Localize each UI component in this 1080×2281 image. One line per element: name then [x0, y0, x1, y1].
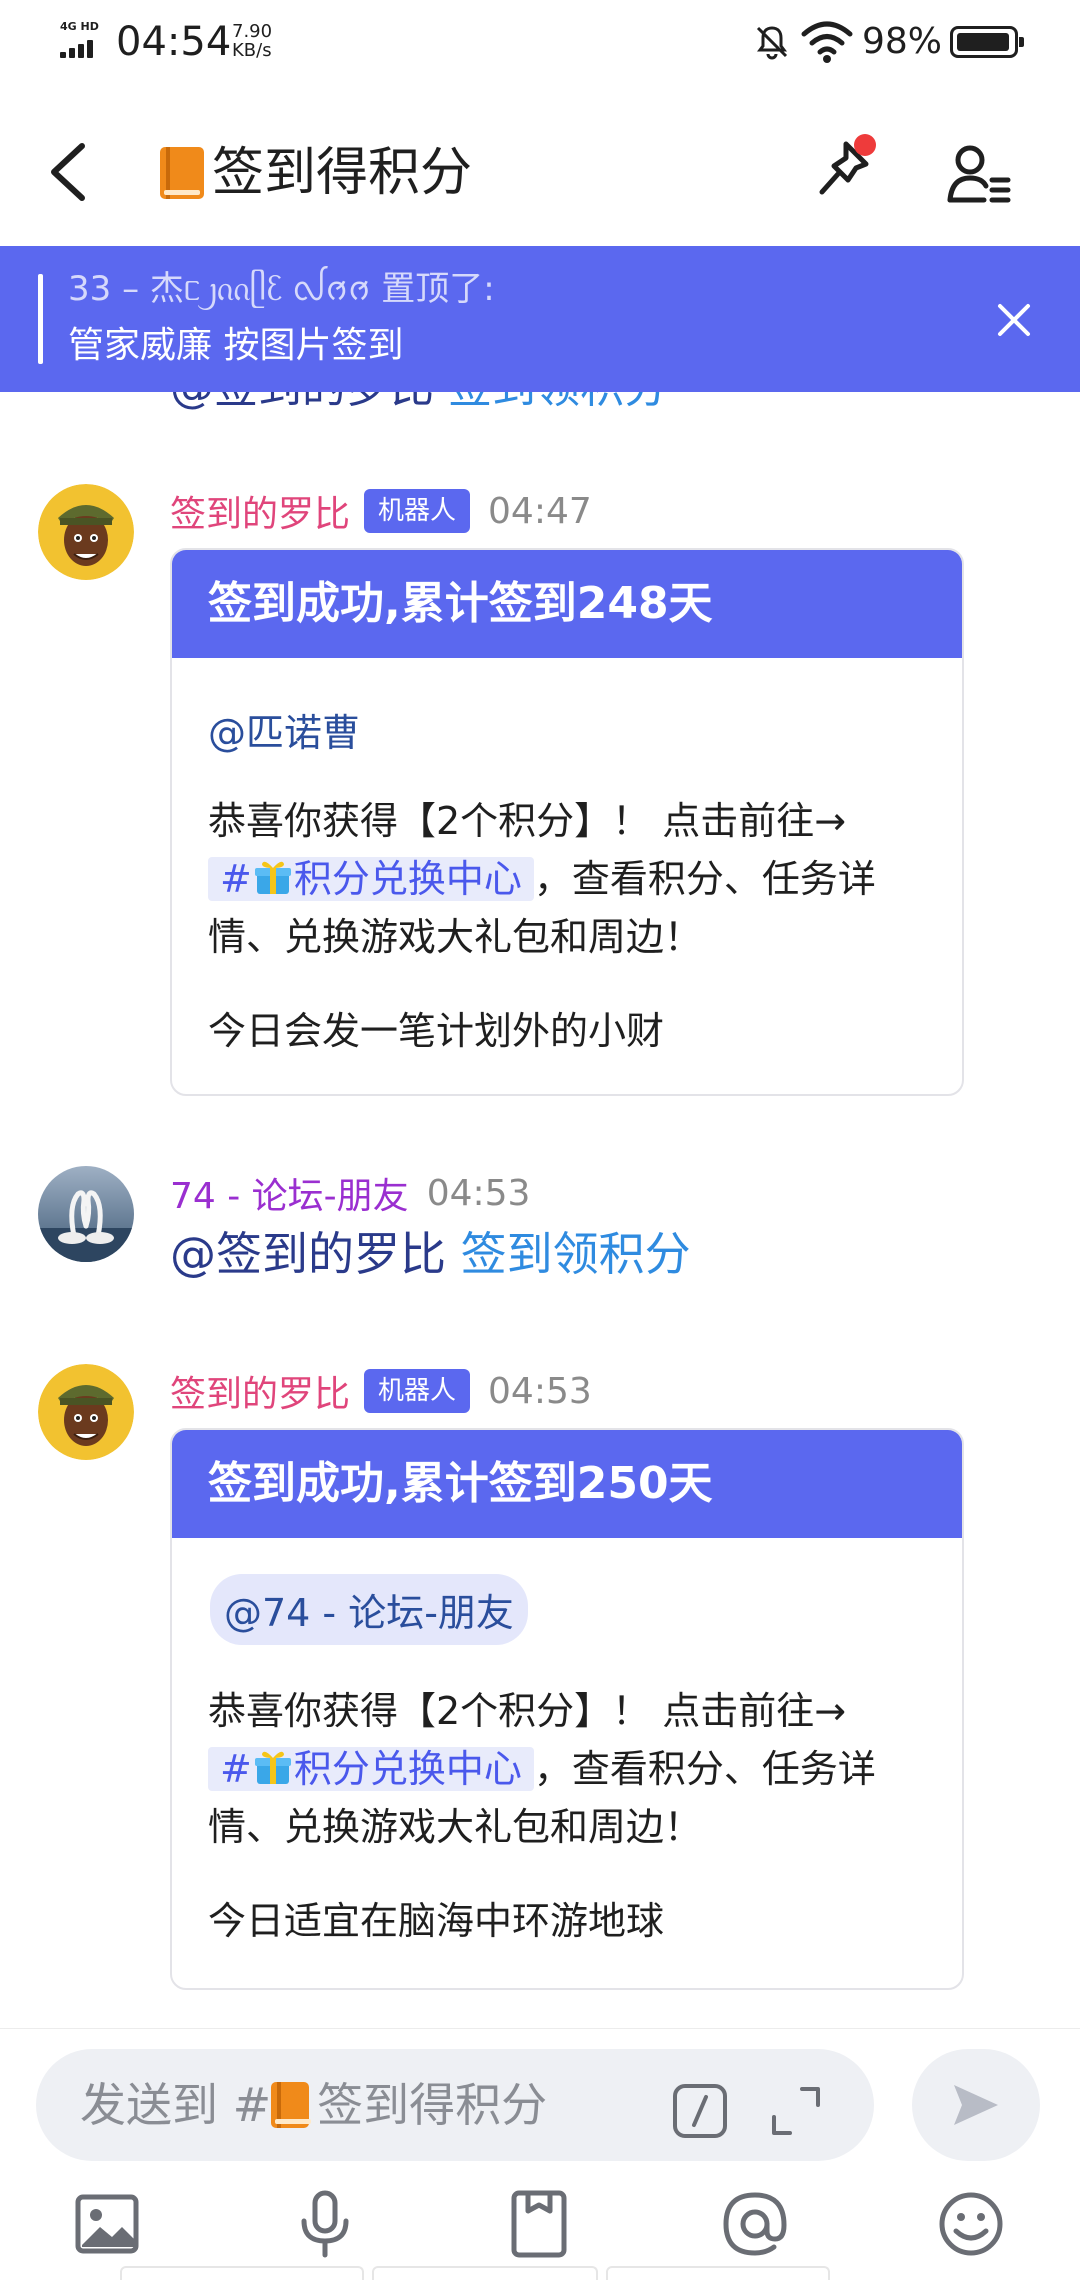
- placeholder-prefix: 发送到 #: [80, 2078, 272, 2132]
- sender-name[interactable]: 74 - 论坛-朋友: [170, 1167, 409, 1219]
- body-before: 恭喜你获得【2个积分】！ 点击前往→: [208, 799, 847, 843]
- card-body: 恭喜你获得【2个积分】！ 点击前往→ # 积分兑换中心 ，查看积分、任务详情、兑换游…: [208, 1682, 938, 1856]
- expand-icon[interactable]: [768, 2083, 824, 2139]
- banner-accent-bar: [38, 274, 43, 364]
- card-mention[interactable]: @匹诺曹: [208, 702, 360, 757]
- at-icon[interactable]: [720, 2189, 790, 2259]
- speed-unit: KB/s: [232, 40, 272, 61]
- send-icon: [954, 2085, 998, 2125]
- composer: 发送到 # 签到得积分: [0, 2028, 1080, 2281]
- channel-link-text: 积分兑换中心: [293, 857, 522, 901]
- close-icon[interactable]: [996, 302, 1032, 338]
- wifi-icon: [801, 21, 853, 63]
- card-fortune: 今日适宜在脑海中环游地球: [208, 1899, 665, 1943]
- pinned-by: 33 – 杰ᥴ᧒ᦶᥫᦷ ᩓᩆᩆ 置顶了:: [68, 269, 495, 309]
- sender-name[interactable]: 签到的罗比: [170, 1365, 350, 1417]
- card-title: 签到成功,累计签到250天: [172, 1430, 962, 1538]
- image-icon[interactable]: [72, 2189, 142, 2259]
- message-text: @签到的罗比 签到领积分: [170, 1224, 691, 1284]
- battery-icon: [950, 26, 1024, 58]
- bot-badge: 机器人: [364, 1369, 471, 1413]
- speed-value: 7.90: [232, 21, 273, 42]
- gift-icon: [254, 861, 291, 894]
- status-bar: 4G HD 04:54 7.90 KB/s 98%: [0, 0, 1080, 84]
- message-meta: 74 - 论坛-朋友 04:53: [170, 1166, 530, 1220]
- bot-avatar-icon: [38, 484, 134, 580]
- composer-toolbar: [0, 2179, 1080, 2279]
- card-mention[interactable]: @74 - 论坛-朋友: [210, 1574, 528, 1645]
- avatar[interactable]: [38, 1364, 134, 1460]
- pinned-content: 管家威廉 按图片签到: [68, 325, 404, 366]
- network-speed: 7.90 KB/s: [232, 22, 272, 60]
- swan-avatar-icon: [38, 1166, 134, 1262]
- avatar[interactable]: [38, 484, 134, 580]
- card-title: 签到成功,累计签到248天: [172, 550, 962, 658]
- bottom-handle-tabs: [120, 2266, 960, 2280]
- avatar[interactable]: [38, 1166, 134, 1262]
- signal-icon: 4G HD: [60, 20, 104, 58]
- checkin-card: 签到成功,累计签到248天 @匹诺曹 恭喜你获得【2个积分】！ 点击前往→ # 积…: [170, 548, 964, 1096]
- message-time: 04:47: [488, 490, 592, 532]
- bot-badge: 机器人: [364, 489, 471, 533]
- pinned-message-banner[interactable]: 33 – 杰ᥴ᧒ᦶᥫᦷ ᩓᩆᩆ 置顶了: 管家威廉 按图片签到: [0, 246, 1080, 392]
- card-icon[interactable]: [504, 2189, 574, 2259]
- channel-link-text: 积分兑换中心: [293, 1747, 522, 1791]
- microphone-icon[interactable]: [290, 2189, 360, 2259]
- book-icon: [271, 2082, 312, 2128]
- back-arrow-icon[interactable]: [44, 142, 96, 202]
- pin-button[interactable]: [808, 134, 880, 206]
- send-button[interactable]: [912, 2049, 1040, 2161]
- sender-name[interactable]: 签到的罗比: [170, 485, 350, 537]
- message-time: 04:53: [426, 1172, 531, 1214]
- chat-header: 签到得积分: [0, 96, 1080, 246]
- message-meta: 签到的罗比 机器人 04:53: [170, 1364, 592, 1418]
- placeholder-channel: 签到得积分: [317, 2078, 548, 2132]
- command-link[interactable]: 签到领积分: [461, 1227, 691, 1281]
- card-body: 恭喜你获得【2个积分】！ 点击前往→ # 积分兑换中心 ，查看积分、任务详情、兑换游…: [208, 792, 938, 966]
- network-type: 4G HD: [60, 20, 99, 33]
- bot-avatar-icon: [38, 1364, 134, 1460]
- members-icon[interactable]: [944, 140, 1014, 210]
- slash-command-icon[interactable]: [672, 2083, 728, 2139]
- body-before: 恭喜你获得【2个积分】！ 点击前往→: [208, 1689, 847, 1733]
- channel-title: 签到得积分: [160, 138, 472, 208]
- book-icon: [160, 147, 204, 199]
- gift-icon: [254, 1751, 291, 1784]
- card-fortune: 今日会发一笔计划外的小财: [208, 1009, 665, 1053]
- notification-dot: [854, 134, 876, 156]
- message-input[interactable]: 发送到 # 签到得积分: [36, 2049, 874, 2161]
- channel-link[interactable]: # 积分兑换中心: [208, 857, 534, 901]
- bell-muted-icon: [756, 26, 788, 60]
- emoji-icon[interactable]: [936, 2189, 1006, 2259]
- status-time: 04:54: [116, 19, 232, 65]
- channel-link[interactable]: # 积分兑换中心: [208, 1747, 534, 1791]
- input-placeholder: 发送到 # 签到得积分: [80, 2077, 547, 2133]
- message-time: 04:53: [488, 1370, 592, 1412]
- battery-percent: 98%: [862, 21, 943, 62]
- message-meta: 签到的罗比 机器人 04:47: [170, 484, 592, 538]
- mention[interactable]: @签到的罗比: [170, 1227, 446, 1281]
- channel-title-text: 签到得积分: [212, 143, 473, 203]
- checkin-card: 签到成功,累计签到250天 @74 - 论坛-朋友 恭喜你获得【2个积分】！ 点…: [170, 1428, 964, 1990]
